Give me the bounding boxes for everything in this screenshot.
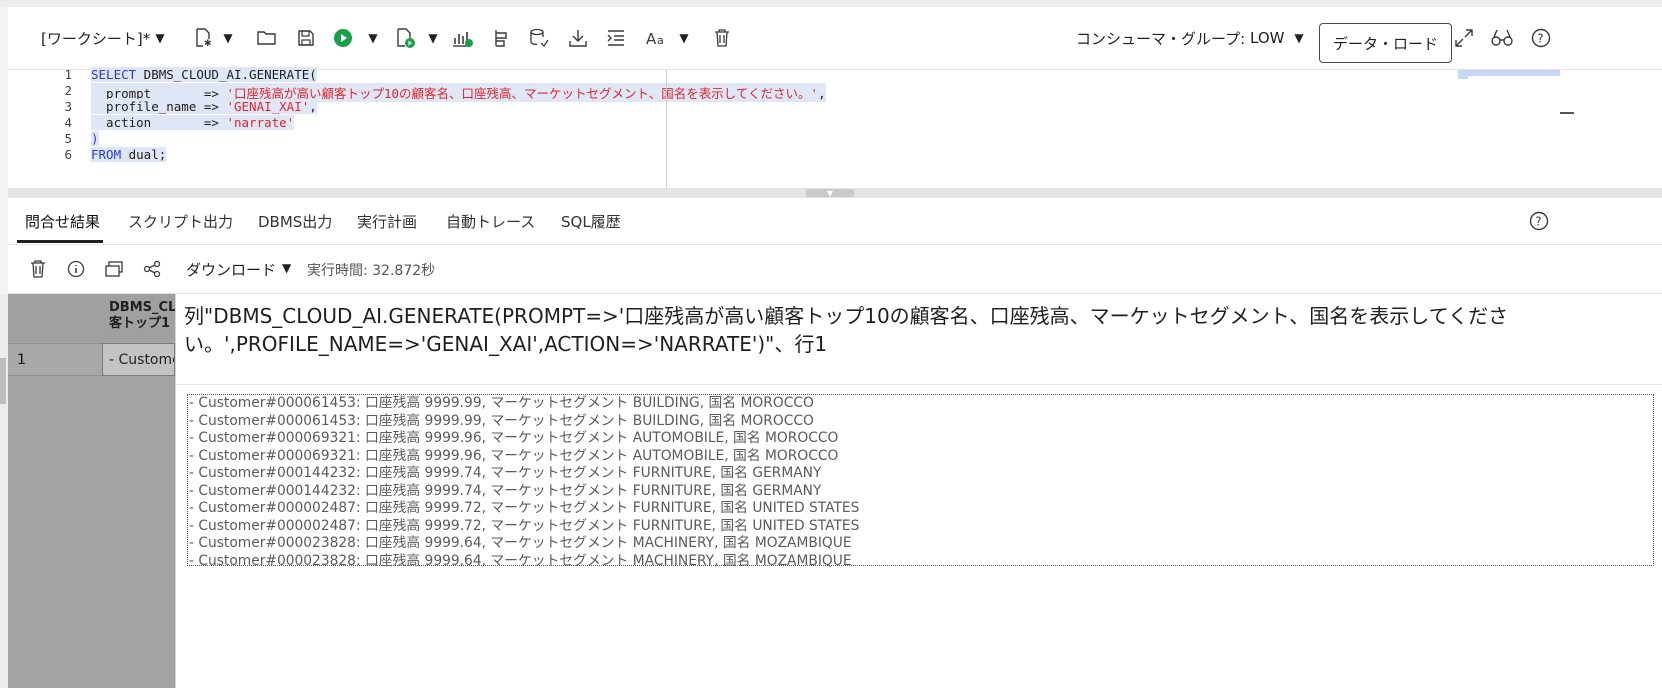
grid-row-number-header: [8, 294, 103, 342]
info-icon[interactable]: [64, 257, 88, 281]
cell-value-line: - Customer#000002487: 口座残高 9999.72, マーケッ…: [189, 500, 860, 516]
font-case-icon[interactable]: Aa: [645, 26, 669, 50]
clear-icon[interactable]: [710, 26, 734, 50]
svg-text:✱: ✱: [204, 39, 212, 48]
editor-ruler: [666, 70, 667, 188]
tab-dbms-output[interactable]: DBMS出力: [258, 198, 332, 244]
cell-value-dialog: 列"DBMS_CLOUD_AI.GENERATE(PROMPT=>'口座残高が高…: [175, 294, 1662, 688]
line-number: 2: [64, 83, 72, 98]
tab-explain-plan[interactable]: 実行計画: [357, 198, 417, 244]
help-icon[interactable]: ?: [1529, 26, 1553, 50]
svg-text:?: ?: [1537, 32, 1543, 46]
execution-time: 実行時間: 32.872秒: [307, 263, 436, 279]
download-chevron-down-icon[interactable]: ▼: [282, 261, 291, 275]
worksheet-toolbar: [ワークシート]* ▼ ✱ ▼ ▼ ▼ Aa ▼ コンシューマ・グループ: LO…: [8, 7, 1662, 70]
editor-minimap[interactable]: [1458, 70, 1560, 76]
line-number-gutter: 1 2 3 4 5 6: [8, 67, 76, 188]
output-help-icon[interactable]: ?: [1529, 198, 1549, 244]
open-icon[interactable]: [255, 26, 279, 50]
line-number: 5: [64, 131, 72, 146]
consumer-group-chevron-down-icon[interactable]: ▼: [1292, 26, 1306, 50]
download-menu[interactable]: ダウンロード: [186, 259, 276, 280]
run-icon[interactable]: [331, 26, 355, 50]
grid-cell[interactable]: - Custome: [102, 343, 175, 376]
code-line-3: profile_name => 'GENAI_XAI',: [91, 99, 317, 114]
editor-scroll-marker: [1560, 112, 1574, 114]
cell-value-line: - Customer#000144232: 口座残高 9999.74, マーケッ…: [189, 482, 822, 499]
explain-plan-icon[interactable]: [451, 26, 475, 50]
editor-minimap-cursor: [1458, 76, 1468, 79]
cell-value-line: - Customer#000023828: 口座残高 9999.64, マーケッ…: [189, 552, 852, 569]
format-icon[interactable]: [604, 26, 628, 50]
find-icon[interactable]: [1490, 26, 1514, 50]
save-icon[interactable]: [294, 26, 318, 50]
code-line-1: SELECT DBMS_CLOUD_AI.GENERATE(: [91, 67, 317, 82]
run-script-chevron-down-icon[interactable]: ▼: [426, 26, 440, 50]
sql-tuning-icon[interactable]: [527, 26, 551, 50]
worksheet-label: [ワークシート]*: [41, 29, 151, 48]
svg-text:?: ?: [1535, 215, 1541, 229]
autotrace-icon[interactable]: [490, 26, 514, 50]
data-load-button[interactable]: データ・ロード: [1319, 23, 1452, 63]
run-script-icon[interactable]: [393, 26, 417, 50]
cell-value-text[interactable]: - Customer#000061453: 口座残高 9999.99, マーケッ…: [187, 394, 1654, 569]
worksheet-selector[interactable]: [ワークシート]*: [41, 26, 159, 50]
sql-editor[interactable]: 1 2 3 4 5 6 SELECT DBMS_CLOUD_AI.GENERAT…: [8, 67, 1662, 188]
left-panel-toggle[interactable]: [0, 358, 6, 404]
svg-text:a: a: [657, 34, 664, 47]
results-toolbar: ダウンロード ▼ 実行時間: 32.872秒: [8, 245, 1662, 294]
window-top-strip: [0, 0, 1662, 7]
share-icon[interactable]: [140, 257, 164, 281]
cell-value-line: - Customer#000069321: 口座残高 9999.96, マーケッ…: [189, 430, 839, 446]
grid-column-header[interactable]: DBMS_CL 客トップ1: [102, 294, 175, 342]
code-line-4: action => 'narrate': [91, 115, 295, 130]
left-panel-edge: [0, 294, 8, 688]
dialog-separator: [176, 384, 1662, 385]
new-sql-icon[interactable]: ✱: [191, 26, 215, 50]
cell-value-line: - Customer#000002487: 口座残高 9999.72, マーケッ…: [189, 517, 860, 534]
font-case-chevron-down-icon[interactable]: ▼: [677, 26, 691, 50]
worksheet-chevron-down-icon[interactable]: ▼: [153, 26, 167, 50]
tab-script-output[interactable]: スクリプト出力: [128, 198, 233, 244]
clear-results-icon[interactable]: [26, 257, 50, 281]
consumer-group-label: コンシューマ・グループ:: [1076, 29, 1246, 48]
cell-value-line: - Customer#000144232: 口座残高 9999.74, マーケッ…: [189, 465, 822, 481]
tab-query-result[interactable]: 問合せ結果: [25, 198, 100, 244]
line-number: 4: [64, 115, 72, 130]
output-tabs: 問合せ結果 スクリプト出力 DBMS出力 実行計画 自動トレース SQL履歴 ?: [8, 198, 1662, 245]
cell-value-line: - Customer#000061453: 口座残高 9999.99, マーケッ…: [189, 412, 814, 429]
tab-sql-history[interactable]: SQL履歴: [561, 198, 621, 244]
single-record-view-icon[interactable]: [102, 257, 126, 281]
svg-text:A: A: [646, 30, 657, 47]
download-icon[interactable]: [566, 26, 590, 50]
line-number: 1: [64, 67, 72, 82]
tab-autotrace[interactable]: 自動トレース: [446, 198, 535, 244]
grid-row-number: 1: [8, 343, 102, 376]
line-number: 3: [64, 99, 72, 114]
run-chevron-down-icon[interactable]: ▼: [366, 26, 380, 50]
cell-value-line: - Customer#000023828: 口座残高 9999.64, マーケッ…: [189, 535, 852, 551]
new-sql-chevron-down-icon[interactable]: ▼: [221, 26, 235, 50]
cell-value-line: - Customer#000061453: 口座残高 9999.99, マーケッ…: [189, 395, 814, 411]
code-line-6: FROM dual;: [91, 147, 167, 162]
line-number: 6: [64, 147, 72, 162]
code-line-5: ): [91, 131, 99, 146]
expand-icon[interactable]: [1452, 26, 1476, 50]
active-tab-indicator: [17, 240, 103, 243]
cell-value-line: - Customer#000069321: 口座残高 9999.96, マーケッ…: [189, 447, 839, 464]
cell-value-dialog-title: 列"DBMS_CLOUD_AI.GENERATE(PROMPT=>'口座残高が高…: [184, 304, 1509, 356]
resize-chevron-down-icon[interactable]: ▼: [806, 189, 854, 198]
